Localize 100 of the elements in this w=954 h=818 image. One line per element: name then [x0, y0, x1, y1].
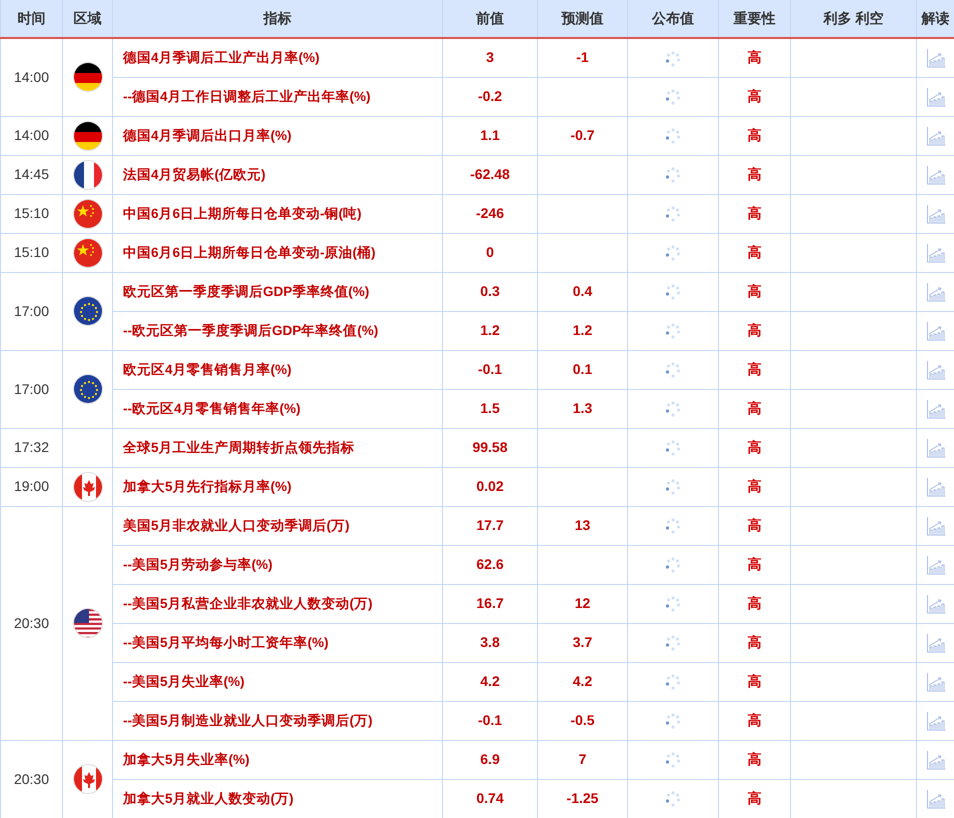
importance-level: 高: [748, 322, 762, 338]
forecast-value: 1.2: [572, 322, 592, 338]
chart-icon[interactable]: [926, 243, 946, 264]
previous-value: 0: [486, 244, 494, 260]
importance-level: 高: [748, 517, 762, 533]
event-time: 17:32: [14, 439, 50, 455]
forecast-value: 4.2: [572, 673, 592, 689]
column-header: 时间: [18, 10, 46, 26]
chart-icon[interactable]: [926, 204, 946, 224]
event-time: 15:10: [14, 244, 50, 260]
loading-icon: [665, 245, 681, 262]
loading-icon: [665, 674, 681, 690]
event-time: 20:30: [14, 770, 50, 786]
indicator-link[interactable]: --美国5月劳动参与率(%): [123, 556, 272, 572]
flag-icon: [72, 764, 102, 794]
loading-icon: [665, 440, 681, 456]
loading-icon: [665, 635, 681, 652]
loading-icon: [665, 479, 681, 496]
event-time: 20:30: [14, 614, 50, 630]
loading-icon: [665, 362, 681, 378]
importance-level: 高: [748, 595, 762, 611]
previous-value: 0.02: [476, 478, 504, 494]
chart-icon[interactable]: [926, 438, 946, 458]
chart-icon[interactable]: [926, 789, 946, 810]
loading-icon: [665, 323, 681, 340]
indicator-link[interactable]: 法国4月贸易帐(亿欧元): [123, 166, 266, 182]
loading-icon: [665, 518, 681, 534]
chart-icon[interactable]: [926, 126, 946, 146]
event-time: 14:00: [14, 68, 50, 85]
chart-icon[interactable]: [926, 672, 946, 692]
flag-icon: [72, 160, 102, 190]
chart-icon[interactable]: [926, 321, 946, 342]
loading-icon: [665, 284, 681, 300]
forecast-value: -0.5: [570, 712, 595, 728]
flag-icon: [72, 198, 102, 228]
flag-icon: [72, 120, 102, 150]
event-time: 17:00: [14, 380, 50, 396]
importance-level: 高: [748, 673, 762, 689]
importance-level: 高: [748, 556, 762, 572]
flag-icon: [72, 374, 102, 404]
previous-value: 62.6: [476, 556, 504, 572]
chart-icon[interactable]: [926, 516, 946, 536]
importance-level: 高: [748, 49, 762, 66]
importance-level: 高: [748, 478, 762, 494]
chart-icon[interactable]: [926, 399, 946, 420]
chart-icon[interactable]: [926, 48, 946, 68]
event-time: 19:00: [14, 478, 50, 494]
chart-icon[interactable]: [926, 594, 946, 614]
previous-value: 1.2: [480, 322, 500, 338]
importance-level: 高: [748, 439, 762, 455]
event-time: 15:10: [14, 205, 50, 221]
importance-level: 高: [748, 400, 762, 416]
chart-icon[interactable]: [926, 165, 946, 186]
loading-icon: [665, 206, 681, 222]
importance-level: 高: [748, 166, 762, 182]
column-header: 利多 利空: [824, 10, 884, 26]
importance-level: 高: [748, 751, 762, 767]
column-header: 解读: [922, 10, 950, 26]
importance-level: 高: [748, 361, 762, 377]
loading-icon: [665, 89, 681, 106]
importance-level: 高: [748, 127, 762, 143]
previous-value: 0.74: [476, 790, 504, 806]
flag-icon: [72, 238, 102, 268]
forecast-value: 0.1: [572, 361, 592, 377]
chart-icon[interactable]: [926, 711, 946, 732]
previous-value: -0.1: [478, 712, 502, 728]
importance-level: 高: [748, 244, 762, 260]
previous-value: 6.9: [480, 751, 500, 767]
loading-icon: [665, 128, 681, 144]
importance-level: 高: [748, 790, 762, 806]
chart-icon[interactable]: [926, 360, 946, 380]
loading-icon: [665, 167, 681, 184]
previous-value: 0.3: [480, 283, 500, 299]
flag-icon: [72, 472, 102, 502]
previous-value: 1.5: [480, 400, 500, 416]
previous-value: -0.1: [478, 361, 502, 377]
loading-icon: [665, 713, 681, 730]
chart-icon[interactable]: [926, 282, 946, 302]
flag-icon: [72, 608, 102, 638]
loading-icon: [665, 557, 681, 574]
forecast-value: 12: [574, 595, 590, 611]
event-time: 14:45: [14, 166, 50, 182]
chart-icon[interactable]: [926, 87, 946, 108]
importance-level: 高: [748, 283, 762, 299]
column-header: 重要性: [734, 10, 776, 26]
chart-icon[interactable]: [926, 633, 946, 654]
column-header: 区域: [74, 10, 102, 26]
forecast-value: 7: [578, 751, 586, 767]
chart-icon[interactable]: [926, 555, 946, 576]
previous-value: -62.48: [470, 166, 510, 182]
chart-icon[interactable]: [926, 477, 946, 498]
forecast-value: 1.3: [572, 400, 592, 416]
indicator-link[interactable]: 加拿大5月失业率(%): [123, 752, 250, 767]
indicator-link[interactable]: --美国5月失业率(%): [123, 674, 244, 689]
previous-value: 16.7: [476, 595, 504, 611]
chart-icon[interactable]: [926, 750, 946, 770]
previous-value: 17.7: [476, 517, 504, 533]
previous-value: 1.1: [480, 127, 500, 143]
previous-value: -0.2: [478, 88, 502, 104]
column-header: 前值: [476, 10, 504, 26]
